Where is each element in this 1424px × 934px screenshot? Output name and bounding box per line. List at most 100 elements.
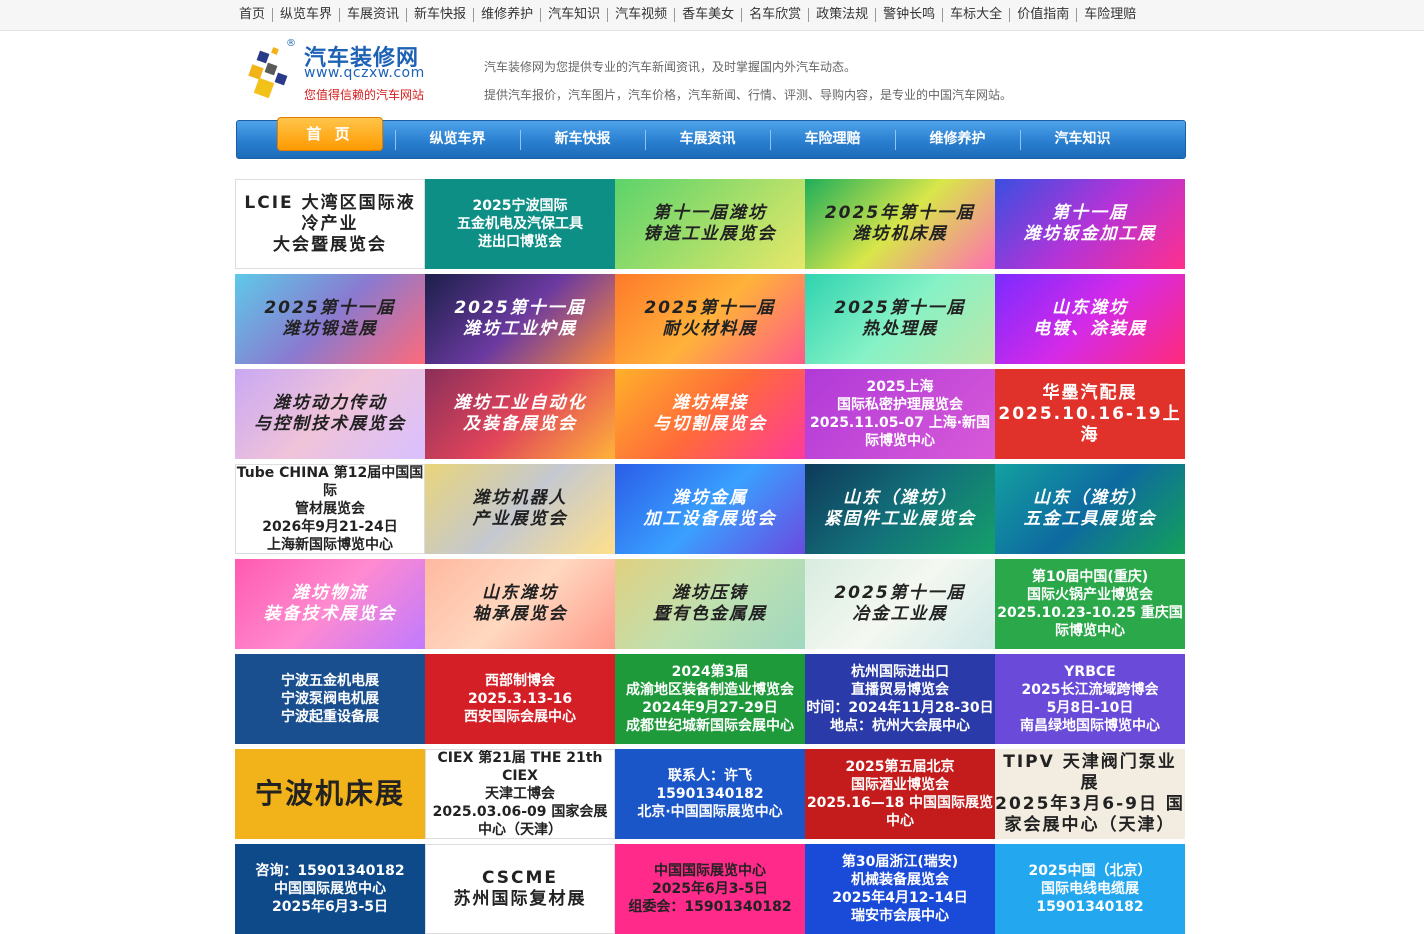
expo-banner[interactable]: 山东潍坊 轴承展览会	[425, 559, 615, 649]
top-nav-link[interactable]: 新车快报	[406, 8, 473, 22]
expo-banner-text: 2024第3届 成渝地区装备制造业博览会 2024年9月27-29日 成都世纪城…	[626, 664, 794, 734]
expo-banner[interactable]: 潍坊工业自动化 及装备展览会	[425, 369, 615, 459]
expo-banner-text: 山东（潍坊） 紧固件工业展览会	[824, 488, 976, 529]
expo-banner[interactable]: 宁波五金机电展 宁波泵阀电机展 宁波起重设备展	[235, 654, 425, 744]
expo-banner-text: 第十一届潍坊 铸造工业展览会	[643, 203, 777, 244]
expo-banner-text: Tube CHINA 第12届中国国际 管材展览会 2026年9月21-24日 …	[236, 465, 424, 553]
expo-banner[interactable]: CSCME 苏州国际复材展	[425, 844, 615, 934]
expo-banner[interactable]: 2025第十一届 潍坊锻造展	[235, 274, 425, 364]
expo-banner[interactable]: 2025第五届北京 国际酒业博览会 2025.16—18 中国国际展览中心	[805, 749, 995, 839]
expo-banner-text: 山东（潍坊） 五金工具展览会	[1023, 488, 1157, 529]
expo-banner[interactable]: 咨询：15901340182 中国国际展览中心 2025年6月3-5日	[235, 844, 425, 934]
top-nav-link[interactable]: 名车欣赏	[741, 8, 808, 22]
expo-banner[interactable]: 2024第3届 成渝地区装备制造业博览会 2024年9月27-29日 成都世纪城…	[615, 654, 805, 744]
intro-line-2: 提供汽车报价，汽车图片，汽车价格，汽车新闻、行情、评测、导购内容，是专业的中国汽…	[484, 88, 1013, 102]
expo-banner[interactable]: 2025年第十一届 潍坊机床展	[805, 179, 995, 269]
expo-banner[interactable]: 宁波机床展	[235, 749, 425, 839]
expo-banner[interactable]: 潍坊压铸 暨有色金属展	[615, 559, 805, 649]
expo-banner-text: YRBCE 2025长江流域跨博会 5月8日-10日 南昌绿地国际博览中心	[1020, 664, 1160, 734]
expo-banner-text: 2025上海 国际私密护理展览会 2025.11.05-07 上海·新国际博览中…	[809, 379, 991, 449]
expo-banner-text: 宁波五金机电展 宁波泵阀电机展 宁波起重设备展	[281, 673, 379, 725]
expo-banner-text: 杭州国际进出口 直播贸易博览会 时间：2024年11月28-30日 地点：杭州大…	[806, 664, 994, 734]
expo-banner-text: 宁波机床展	[254, 777, 405, 810]
expo-banner-text: LCIE 大湾区国际液冷产业 大会暨展览会	[244, 192, 416, 255]
main-nav-link[interactable]: 维修养护	[895, 121, 1020, 158]
main-nav: 首 页 纵览车界 新车快报 车展资讯 车险理赔 维修养护 汽车知识	[236, 117, 1186, 159]
expo-banner[interactable]: 2025第十一届 耐火材料展	[615, 274, 805, 364]
expo-banner[interactable]: 山东潍坊 电镀、涂装展	[995, 274, 1185, 364]
site-logo[interactable]: ® 汽车装修网 www.qczxw.com 您值得信赖的汽车网站	[248, 38, 448, 104]
expo-banner[interactable]: 2025上海 国际私密护理展览会 2025.11.05-07 上海·新国际博览中…	[805, 369, 995, 459]
expo-banner[interactable]: 潍坊焊接 与切割展览会	[615, 369, 805, 459]
expo-banner-text: 2025中国（北京） 国际电线电缆展 15901340182	[1028, 863, 1152, 915]
expo-banner[interactable]: 西部制博会 2025.3.13-16 西安国际会展中心	[425, 654, 615, 744]
top-nav-link[interactable]: 价值指南	[1009, 8, 1076, 22]
expo-banner-text: 2025宁波国际 五金机电及汽保工具 进出口博览会	[457, 198, 583, 250]
expo-banner[interactable]: YRBCE 2025长江流域跨博会 5月8日-10日 南昌绿地国际博览中心	[995, 654, 1185, 744]
top-nav-link[interactable]: 纵览车界	[272, 8, 339, 22]
expo-banner[interactable]: 山东（潍坊） 五金工具展览会	[995, 464, 1185, 554]
top-nav-link[interactable]: 车险理赔	[1076, 8, 1143, 22]
nav-separator	[520, 130, 521, 150]
main-nav-link[interactable]: 车展资讯	[645, 121, 770, 158]
top-nav-link[interactable]: 汽车视频	[607, 8, 674, 22]
expo-banner-text: 2025第十一届 热处理展	[834, 298, 966, 339]
top-nav-link[interactable]: 维修养护	[473, 8, 540, 22]
top-nav-link[interactable]: 警钟长鸣	[875, 8, 942, 22]
expo-banner[interactable]: 潍坊物流 装备技术展览会	[235, 559, 425, 649]
expo-banner[interactable]: LCIE 大湾区国际液冷产业 大会暨展览会	[235, 179, 425, 269]
expo-banner[interactable]: TIPV 天津阀门泵业展 2025年3月6-9日 国家会展中心（天津）	[995, 749, 1185, 839]
expo-banner[interactable]: CIEX 第21届 THE 21th CIEX 天津工博会 2025.03.06…	[425, 749, 615, 839]
nav-separator	[1020, 130, 1021, 150]
expo-banner-text: 山东潍坊 轴承展览会	[472, 583, 568, 624]
expo-banner[interactable]: 潍坊动力传动 与控制技术展览会	[235, 369, 425, 459]
expo-banner[interactable]: 山东（潍坊） 紧固件工业展览会	[805, 464, 995, 554]
expo-banner[interactable]: 第30届浙江(瑞安) 机械装备展览会 2025年4月12-14日 瑞安市会展中心	[805, 844, 995, 934]
expo-banner-text: 中国国际展览中心 2025年6月3-5日 组委会：15901340182	[628, 863, 792, 915]
top-nav-link[interactable]: 车展资讯	[339, 8, 406, 22]
nav-separator	[645, 130, 646, 150]
expo-banner[interactable]: 中国国际展览中心 2025年6月3-5日 组委会：15901340182	[615, 844, 805, 934]
expo-banner[interactable]: 杭州国际进出口 直播贸易博览会 时间：2024年11月28-30日 地点：杭州大…	[805, 654, 995, 744]
main-nav-link[interactable]: 新车快报	[520, 121, 645, 158]
expo-banner[interactable]: 联系人：许飞 15901340182 北京·中国国际展览中心	[615, 749, 805, 839]
expo-banner-text: 2025第十一届 潍坊锻造展	[264, 298, 396, 339]
expo-banner[interactable]: 2025第十一届 热处理展	[805, 274, 995, 364]
expo-banner-text: TIPV 天津阀门泵业展 2025年3月6-9日 国家会展中心（天津）	[995, 752, 1185, 835]
expo-banner[interactable]: 第10届中国(重庆) 国际火锅产业博览会 2025.10.23-10.25 重庆…	[995, 559, 1185, 649]
expo-banner-text: 第十一届 潍坊钣金加工展	[1023, 203, 1157, 244]
expo-banner[interactable]: 潍坊机器人 产业展览会	[425, 464, 615, 554]
expo-banner-text: CSCME 苏州国际复材展	[453, 868, 587, 909]
nav-separator	[895, 130, 896, 150]
main-nav-link[interactable]: 纵览车界	[395, 121, 520, 158]
top-nav-link[interactable]: 车标大全	[942, 8, 1009, 22]
top-nav-link[interactable]: 汽车知识	[540, 8, 607, 22]
top-nav-link[interactable]: 政策法规	[808, 8, 875, 22]
expo-banner-text: 2025第十一届 潍坊工业炉展	[454, 298, 586, 339]
expo-banner-text: 潍坊压铸 暨有色金属展	[653, 583, 767, 624]
expo-banner[interactable]: 2025宁波国际 五金机电及汽保工具 进出口博览会	[425, 179, 615, 269]
main-nav-link[interactable]: 车险理赔	[770, 121, 895, 158]
expo-banner-text: 2025年第十一届 潍坊机床展	[824, 203, 976, 244]
top-bar: 首页 纵览车界 车展资讯 新车快报 维修养护 汽车知识 汽车视频 香车美女 名车欣赏 政策法规 警钟…	[0, 0, 1424, 31]
logo-url: www.qczxw.com	[304, 65, 425, 81]
expo-banner[interactable]: 2025第十一届 冶金工业展	[805, 559, 995, 649]
expo-banner-text: 第30届浙江(瑞安) 机械装备展览会 2025年4月12-14日 瑞安市会展中心	[832, 854, 968, 924]
expo-banner[interactable]: 潍坊金属 加工设备展览会	[615, 464, 805, 554]
expo-banner-text: 第10届中国(重庆) 国际火锅产业博览会 2025.10.23-10.25 重庆…	[997, 569, 1183, 639]
top-nav-link[interactable]: 首页	[232, 8, 272, 22]
nav-home-button[interactable]: 首 页	[277, 117, 383, 151]
expo-banner[interactable]: 华墨汽配展 2025.10.16-19上海	[995, 369, 1185, 459]
expo-banner-text: 西部制博会 2025.3.13-16 西安国际会展中心	[464, 673, 576, 725]
top-nav-link[interactable]: 香车美女	[674, 8, 741, 22]
expo-banner[interactable]: Tube CHINA 第12届中国国际 管材展览会 2026年9月21-24日 …	[235, 464, 425, 554]
expo-banner-text: 2025第十一届 冶金工业展	[834, 583, 966, 624]
expo-banner-text: CIEX 第21届 THE 21th CIEX 天津工博会 2025.03.06…	[432, 750, 608, 838]
expo-banner-text: 潍坊动力传动 与控制技术展览会	[254, 393, 406, 434]
expo-banner[interactable]: 第十一届潍坊 铸造工业展览会	[615, 179, 805, 269]
nav-separator	[770, 130, 771, 150]
expo-banner[interactable]: 2025中国（北京） 国际电线电缆展 15901340182	[995, 844, 1185, 934]
expo-banner[interactable]: 2025第十一届 潍坊工业炉展	[425, 274, 615, 364]
main-nav-link[interactable]: 汽车知识	[1020, 121, 1145, 158]
expo-banner[interactable]: 第十一届 潍坊钣金加工展	[995, 179, 1185, 269]
